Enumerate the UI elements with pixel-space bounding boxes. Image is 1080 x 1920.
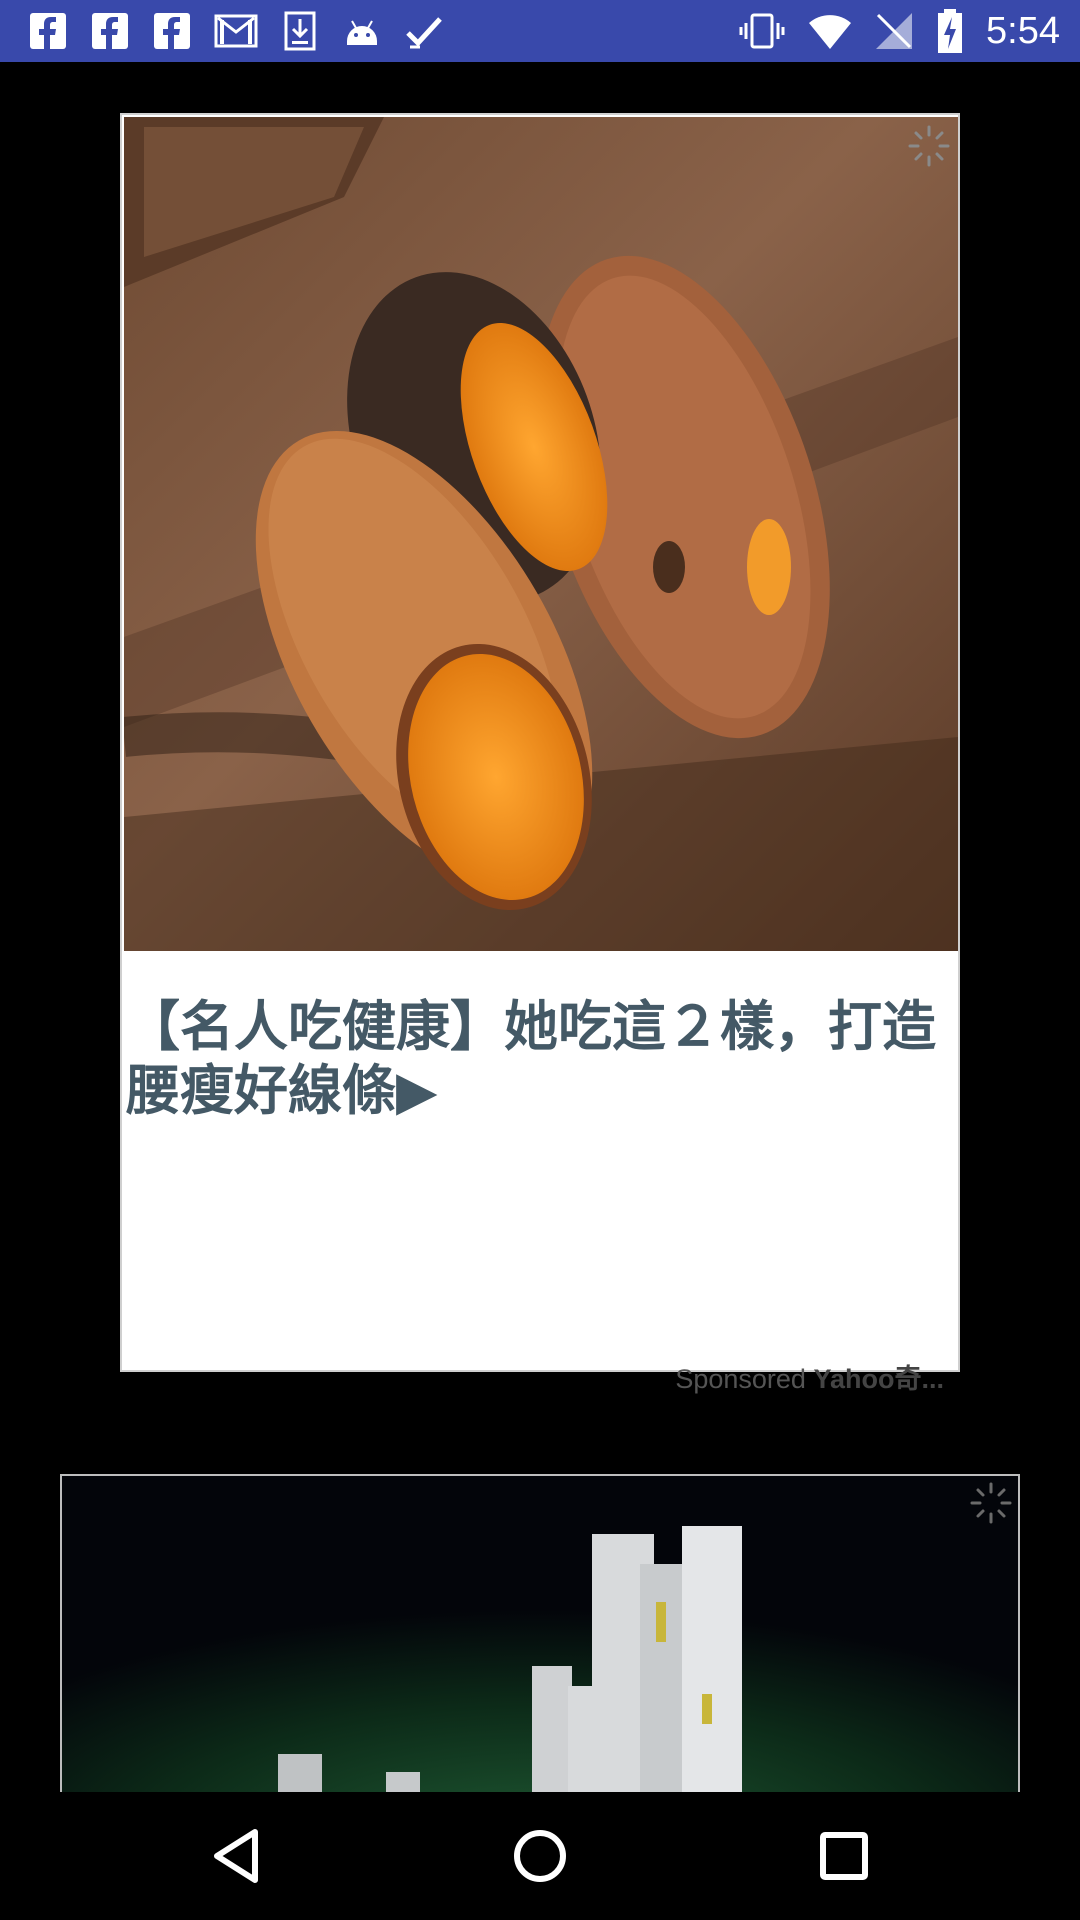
status-bar: 5:54 — [0, 0, 1080, 62]
download-icon — [284, 11, 316, 51]
ad-feed[interactable]: 【名人吃健康】她吃這２樣，打造腰瘦好線條▶ Sponsored Yahoo奇..… — [0, 62, 1080, 1792]
facebook-icon — [92, 13, 128, 49]
sponsored-ad-card[interactable]: 【名人吃健康】她吃這２樣，打造腰瘦好線條▶ Sponsored Yahoo奇..… — [120, 113, 960, 1394]
battery-charging-icon — [938, 9, 963, 53]
facebook-icon — [30, 13, 66, 49]
back-icon — [214, 1829, 258, 1883]
navigation-bar — [0, 1792, 1080, 1920]
vibrate-icon — [739, 13, 785, 49]
notification-icons — [28, 10, 444, 52]
home-button[interactable] — [500, 1816, 580, 1896]
sponsored-line[interactable]: Sponsored Yahoo奇... — [675, 1357, 944, 1394]
status-clock: 5:54 — [986, 9, 1060, 52]
recents-button[interactable] — [804, 1816, 884, 1896]
baked-sweet-potatoes-image[interactable] — [124, 117, 958, 951]
ad-image-illustration — [124, 117, 958, 951]
facebook-icon — [154, 13, 190, 49]
task-check-icon — [406, 17, 442, 49]
system-status-icons: 5:54 — [738, 8, 1060, 54]
adchoices-icon[interactable] — [968, 1480, 1014, 1526]
no-sim-icon — [876, 13, 913, 49]
advertiser-name: Yahoo奇... — [813, 1364, 944, 1394]
back-button[interactable] — [196, 1816, 276, 1896]
gmail-icon — [214, 14, 258, 48]
sponsored-label: Sponsored — [675, 1364, 806, 1394]
sponsored-ad-card-2[interactable] — [60, 1474, 1020, 1792]
android-icon — [347, 20, 377, 45]
ad-headline[interactable]: 【名人吃健康】她吃這２樣，打造腰瘦好線條▶ — [126, 995, 954, 1123]
wifi-icon — [809, 15, 852, 49]
abb-drives-equipment-image[interactable] — [62, 1476, 1018, 1792]
home-icon — [514, 1830, 566, 1882]
adchoices-icon[interactable] — [906, 123, 952, 169]
recents-icon — [820, 1832, 868, 1880]
